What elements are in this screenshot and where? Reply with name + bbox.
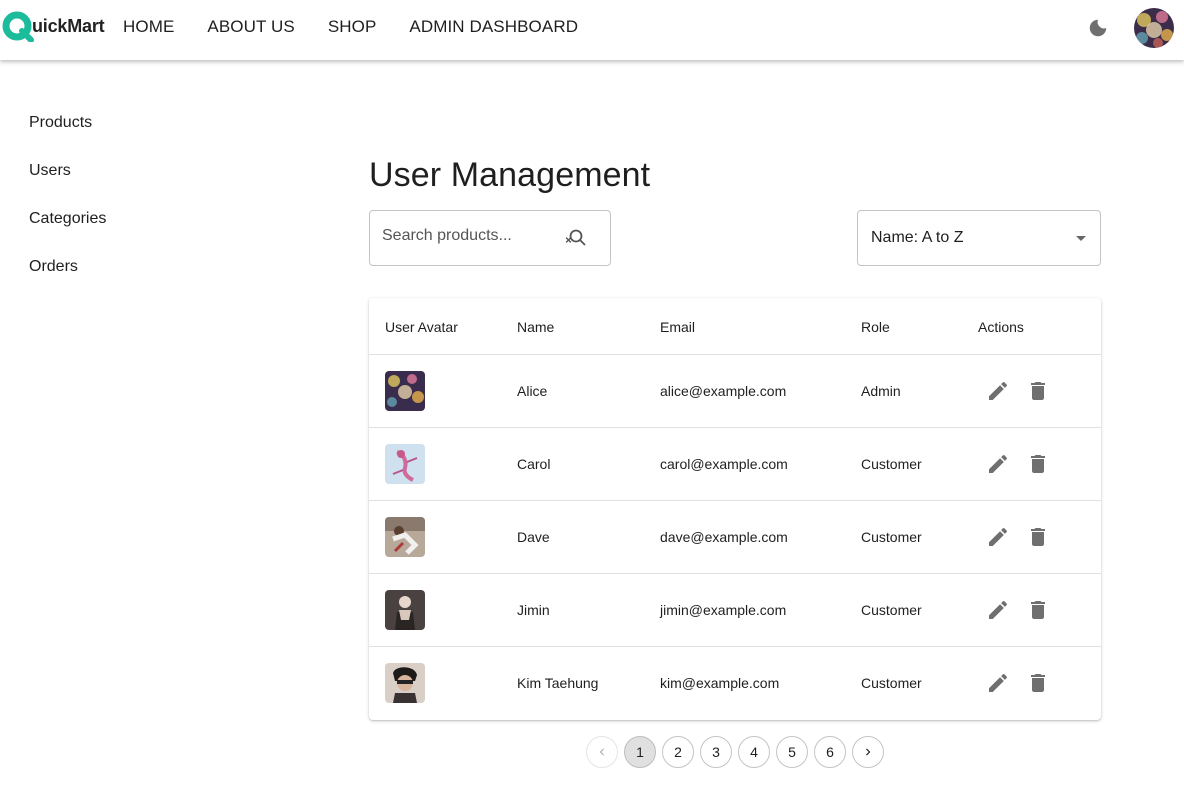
search-input[interactable]: [382, 227, 562, 245]
page-button[interactable]: 1: [624, 736, 656, 768]
page-button[interactable]: 6: [814, 736, 846, 768]
page-title: User Management: [369, 156, 651, 194]
user-role: Customer: [861, 602, 922, 618]
delete-icon[interactable]: [1026, 671, 1050, 695]
table-header: User Avatar Name Email Role Actions: [369, 298, 1101, 355]
user-avatar-thumbnail: [385, 590, 425, 630]
user-email: dave@example.com: [660, 529, 788, 545]
column-header-name: Name: [517, 319, 555, 335]
user-role: Customer: [861, 456, 922, 472]
column-header-actions: Actions: [978, 319, 1024, 335]
sort-selected-value: Name: A to Z: [871, 229, 964, 246]
page-button[interactable]: 3: [700, 736, 732, 768]
avatar-image: [385, 444, 425, 484]
column-header-email: Email: [660, 319, 696, 335]
user-avatar[interactable]: [1134, 8, 1174, 48]
moon-icon[interactable]: [1087, 17, 1109, 39]
avatar-image: [1134, 8, 1174, 48]
user-role: Customer: [861, 529, 922, 545]
delete-icon[interactable]: [1026, 525, 1050, 549]
user-role: Admin: [861, 383, 901, 399]
user-name: Alice: [517, 383, 548, 399]
sidebar-item-orders[interactable]: Orders: [29, 257, 106, 305]
user-email: carol@example.com: [660, 456, 788, 472]
chevron-left-icon: [599, 748, 604, 756]
delete-icon[interactable]: [1026, 379, 1050, 403]
avatar-image: [385, 663, 425, 703]
user-email: kim@example.com: [660, 675, 780, 691]
column-header-role: Role: [861, 319, 890, 335]
user-avatar-thumbnail: [385, 663, 425, 703]
sidebar-item-categories[interactable]: Categories: [29, 209, 106, 257]
avatar-image: [385, 371, 425, 411]
table-row: Alice alice@example.com Admin: [369, 355, 1101, 428]
column-header-avatar: User Avatar: [385, 319, 458, 335]
top-app-bar: uickMart HOME ABOUT US SHOP ADMIN DASHBO…: [0, 0, 1184, 60]
page-button[interactable]: 2: [662, 736, 694, 768]
sidebar: Products Users Categories Orders: [29, 113, 106, 305]
previous-page-button[interactable]: [586, 736, 618, 768]
sidebar-item-users[interactable]: Users: [29, 161, 106, 209]
user-name: Carol: [517, 456, 551, 472]
user-avatar-thumbnail: [385, 444, 425, 484]
table-row: Carol carol@example.com Customer: [369, 428, 1101, 501]
nav-home[interactable]: HOME: [123, 17, 174, 37]
page-button[interactable]: 5: [776, 736, 808, 768]
table-row: Jimin jimin@example.com Customer: [369, 574, 1101, 647]
delete-icon[interactable]: [1026, 598, 1050, 622]
user-role: Customer: [861, 675, 922, 691]
edit-icon[interactable]: [986, 671, 1010, 695]
avatar-image: [385, 590, 425, 630]
avatar-image: [385, 517, 425, 557]
delete-icon[interactable]: [1026, 452, 1050, 476]
table-row: Dave dave@example.com Customer: [369, 501, 1101, 574]
users-table: User Avatar Name Email Role Actions Alic…: [369, 298, 1101, 720]
user-name: Kim Taehung: [517, 675, 599, 691]
nav-about-us[interactable]: ABOUT US: [207, 17, 294, 37]
search-off-icon[interactable]: [563, 226, 587, 250]
table-row: Kim Taehung kim@example.com Customer: [369, 647, 1101, 720]
user-name: Jimin: [517, 602, 550, 618]
user-email: alice@example.com: [660, 383, 787, 399]
user-avatar-thumbnail: [385, 517, 425, 557]
sort-select[interactable]: Name: A to Z: [857, 210, 1101, 266]
nav-shop[interactable]: SHOP: [328, 17, 377, 37]
dropdown-arrow-icon: [1076, 236, 1086, 241]
main-nav: HOME ABOUT US SHOP ADMIN DASHBOARD: [123, 17, 611, 37]
user-name: Dave: [517, 529, 550, 545]
quickmart-logo-icon: [2, 11, 34, 42]
page-button[interactable]: 4: [738, 736, 770, 768]
logo[interactable]: uickMart: [2, 10, 105, 42]
pagination: 1 2 3 4 5 6: [586, 736, 890, 768]
edit-icon[interactable]: [986, 525, 1010, 549]
sidebar-item-products[interactable]: Products: [29, 113, 106, 161]
logo-text: uickMart: [32, 15, 105, 36]
edit-icon[interactable]: [986, 598, 1010, 622]
chevron-right-icon: [866, 748, 871, 756]
nav-admin-dashboard[interactable]: ADMIN DASHBOARD: [409, 17, 578, 37]
user-email: jimin@example.com: [660, 602, 787, 618]
next-page-button[interactable]: [852, 736, 884, 768]
edit-icon[interactable]: [986, 452, 1010, 476]
user-avatar-thumbnail: [385, 371, 425, 411]
edit-icon[interactable]: [986, 379, 1010, 403]
